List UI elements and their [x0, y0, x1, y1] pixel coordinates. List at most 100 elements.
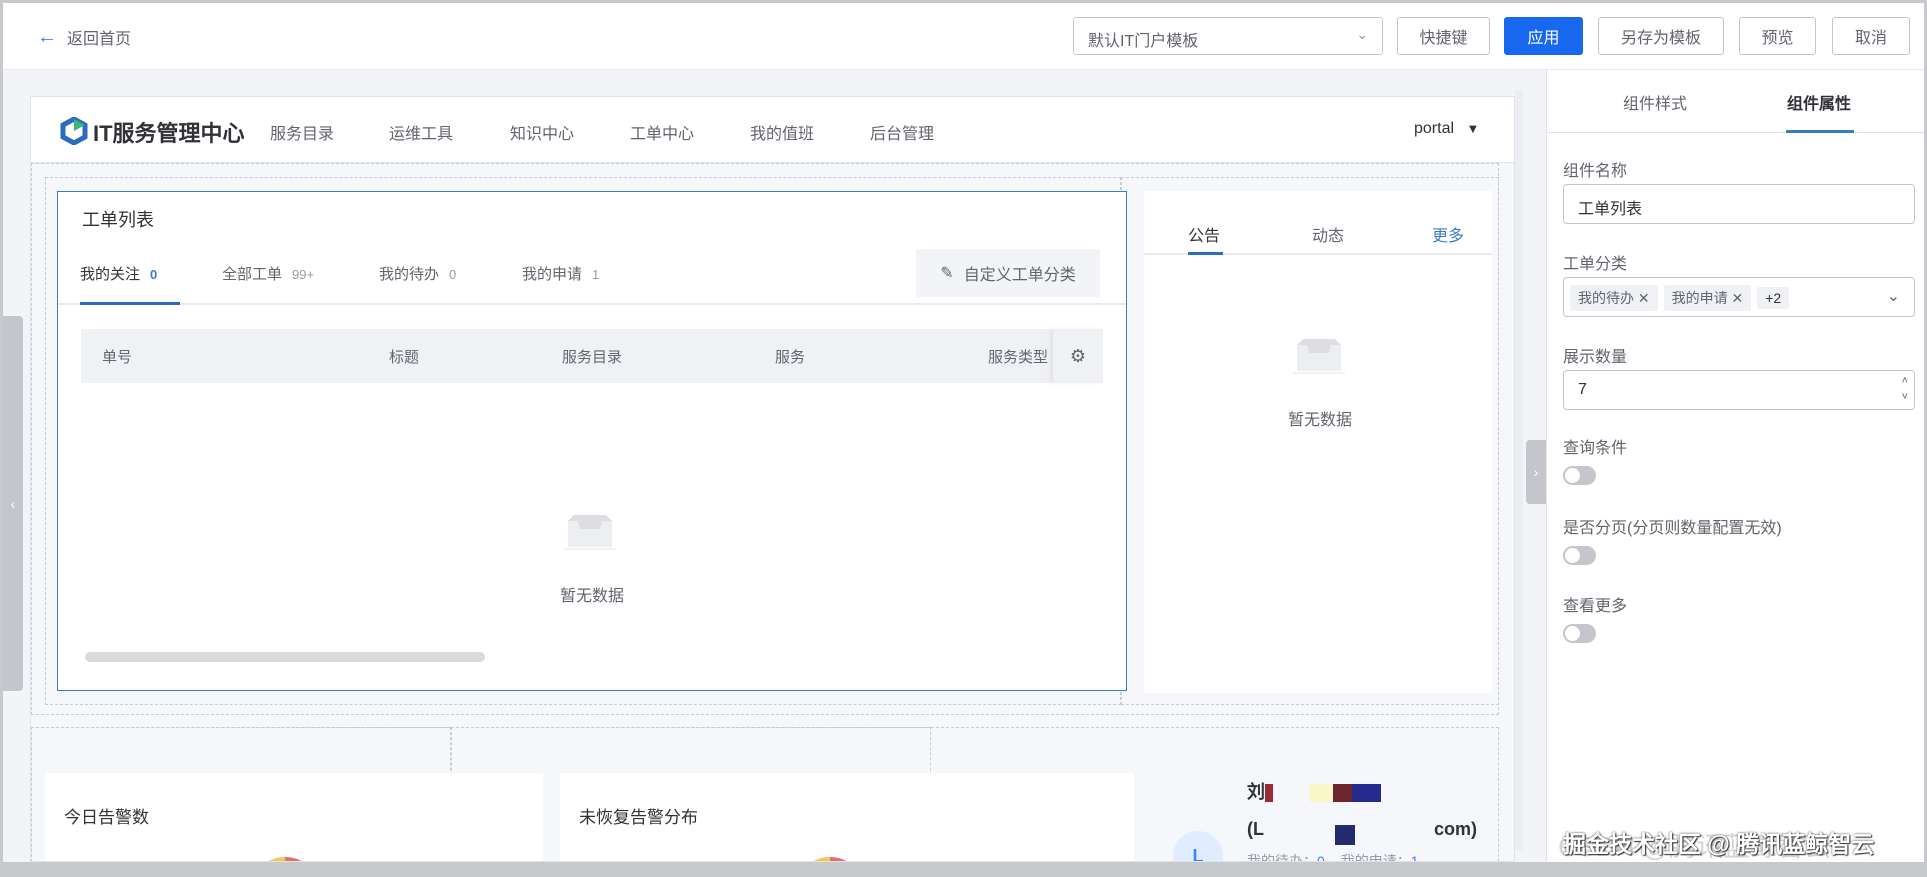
tab-label: 我的待办 — [379, 266, 440, 283]
widget-title: 未恢复告警分布 — [579, 808, 698, 827]
pie-slice — [285, 856, 302, 861]
expand-right-handle[interactable]: › — [1526, 440, 1546, 504]
caret-down-icon: ▼ — [1466, 121, 1480, 136]
tab-label: 我的关注 — [80, 266, 141, 283]
empty-box-icon — [564, 515, 616, 550]
close-icon[interactable]: ✕ — [1638, 290, 1650, 306]
vertical-scrollbar[interactable] — [1515, 90, 1523, 850]
tab-my-follow[interactable]: 我的关注 0 — [80, 263, 157, 284]
tab-my-apply[interactable]: 我的申请 1 — [522, 263, 599, 284]
nav-ops-tools[interactable]: 运维工具 — [389, 120, 453, 144]
category-tag: 我的待办 ✕ — [1570, 285, 1658, 311]
app-window: ← 返回首页 默认IT门户模板 ⌄ 快捷键 应用 另存为模板 预览 取消 ‹ IT服… — [3, 3, 1924, 862]
cancel-button[interactable]: 取消 — [1832, 17, 1910, 55]
collapse-left-handle[interactable]: ‹ — [3, 316, 23, 691]
template-select[interactable]: 默认IT门户模板 ⌄ — [1073, 17, 1383, 55]
tab-count: 99+ — [292, 267, 315, 282]
more-link[interactable]: 更多 — [1432, 222, 1464, 246]
tab-announcement[interactable]: 公告 — [1188, 222, 1220, 246]
tab-component-style[interactable]: 组件样式 — [1623, 90, 1687, 114]
back-label: 返回首页 — [67, 31, 132, 48]
active-tab-indicator — [1786, 130, 1854, 133]
tab-label: 我的申请 — [522, 266, 583, 283]
count-stepper[interactable]: 7 ˄ ˅ — [1563, 370, 1915, 410]
tab-all-tickets[interactable]: 全部工单 99+ — [222, 263, 314, 284]
back-home-link[interactable]: ← 返回首页 — [37, 25, 131, 49]
category-select[interactable]: 我的待办 ✕ 我的申请 ✕ +2 ⌄ — [1563, 277, 1915, 317]
tab-divider — [1547, 132, 1924, 133]
nav-service-catalog[interactable]: 服务目录 — [270, 120, 334, 144]
design-canvas: ‹ IT服务管理中心 服务目录 运维工具 知识中心 工单中心 我的值班 后台管理… — [3, 70, 1546, 862]
chevron-left-icon: ‹ — [10, 495, 16, 512]
tab-label: 全部工单 — [222, 266, 283, 283]
query-label: 查询条件 — [1563, 440, 1628, 457]
column-header: 服务目录 — [562, 349, 623, 366]
pie-chart — [813, 856, 847, 861]
template-select-value: 默认IT门户模板 — [1088, 33, 1199, 50]
arrow-left-icon: ← — [37, 25, 57, 48]
active-tab-indicator — [80, 302, 180, 305]
apply-count[interactable]: 1 — [1411, 853, 1419, 861]
nav-ticket-center[interactable]: 工单中心 — [630, 120, 694, 144]
user-name-text: 刘 — [1247, 782, 1265, 802]
unrecovered-alarm-widget: 未恢复告警分布 — [560, 773, 1134, 861]
tab-my-todo[interactable]: 我的待办 0 — [379, 263, 456, 284]
tab-divider — [58, 303, 1126, 305]
table-header: 单号 标题 服务目录 服务 服务类型 ⚙ — [81, 329, 1103, 383]
redaction-block — [1335, 825, 1355, 845]
stepper-arrows-icon[interactable]: ˄ ˅ — [1902, 373, 1908, 405]
tag-label: 我的申请 — [1671, 290, 1728, 306]
horizontal-scrollbar[interactable] — [85, 652, 485, 662]
pie-slice — [813, 856, 830, 861]
email-start: (L — [1247, 819, 1264, 839]
properties-panel: 组件样式 组件属性 组件名称 工单列表 工单分类 我的待办 ✕ 我的申请 ✕ +2 … — [1546, 70, 1924, 862]
user-menu[interactable]: portal ▼ — [1414, 120, 1479, 138]
empty-box-icon — [1293, 339, 1345, 374]
category-label: 工单分类 — [1563, 256, 1628, 273]
notice-widget: 公告 动态 更多 暂无数据 — [1144, 191, 1492, 693]
todo-label: 我的待办： — [1247, 853, 1317, 862]
portal-title: IT服务管理中心 — [93, 121, 245, 146]
empty-text: 暂无数据 — [1288, 412, 1353, 429]
preview-button[interactable]: 预览 — [1739, 17, 1816, 55]
pie-slice — [268, 856, 285, 861]
column-header: 服务类型 — [988, 349, 1049, 366]
paging-toggle[interactable] — [1563, 546, 1596, 565]
count-label: 展示数量 — [1563, 349, 1628, 366]
tab-count: 1 — [592, 267, 600, 282]
tab-activity[interactable]: 动态 — [1312, 222, 1344, 246]
user-name: 刘 — [1247, 778, 1381, 804]
apply-button[interactable]: 应用 — [1504, 17, 1583, 55]
nav-knowledge[interactable]: 知识中心 — [510, 120, 574, 144]
chevron-down-icon: ⌄ — [1886, 288, 1900, 305]
nav-admin[interactable]: 后台管理 — [870, 120, 934, 144]
count-value: 7 — [1578, 381, 1587, 398]
tab-count: 0 — [449, 267, 457, 282]
active-tab-indicator — [1188, 252, 1223, 255]
nav-my-duty[interactable]: 我的值班 — [750, 120, 814, 144]
alarm-today-widget: 今日告警数 — [45, 773, 543, 861]
close-icon[interactable]: ✕ — [1732, 290, 1744, 306]
user-name: portal — [1414, 120, 1455, 137]
apply-label: 我的申请： — [1340, 853, 1411, 862]
query-toggle[interactable] — [1563, 466, 1596, 485]
tab-component-props[interactable]: 组件属性 — [1787, 90, 1851, 114]
pie-slice — [830, 856, 847, 861]
save-as-template-button[interactable]: 另存为模板 — [1598, 17, 1724, 55]
portal-header: IT服务管理中心 服务目录 运维工具 知识中心 工单中心 我的值班 后台管理 p… — [31, 97, 1514, 163]
more-label: 查看更多 — [1563, 598, 1628, 615]
shortcut-button[interactable]: 快捷键 — [1397, 17, 1490, 55]
custom-category-button[interactable]: ✎ 自定义工单分类 — [916, 249, 1100, 297]
todo-count[interactable]: 0 — [1317, 853, 1325, 861]
name-input[interactable]: 工单列表 — [1563, 184, 1915, 224]
edit-icon: ✎ — [940, 265, 954, 282]
gear-icon[interactable]: ⚙ — [1053, 329, 1103, 383]
empty-text: 暂无数据 — [560, 588, 625, 605]
user-stats: 我的待办：0 我的申请：1 — [1247, 851, 1419, 862]
ticket-list-widget[interactable]: 工单列表 我的关注 0 全部工单 99+ 我的待办 0 我的申请 1 ✎ 自定义工单分类 … — [57, 191, 1127, 691]
paging-label: 是否分页(分页则数量配置无效) — [1563, 520, 1782, 537]
view-more-toggle[interactable] — [1563, 624, 1596, 643]
widget-title: 今日告警数 — [64, 808, 149, 827]
pie-chart — [268, 856, 302, 861]
chevron-right-icon: › — [1533, 464, 1539, 480]
